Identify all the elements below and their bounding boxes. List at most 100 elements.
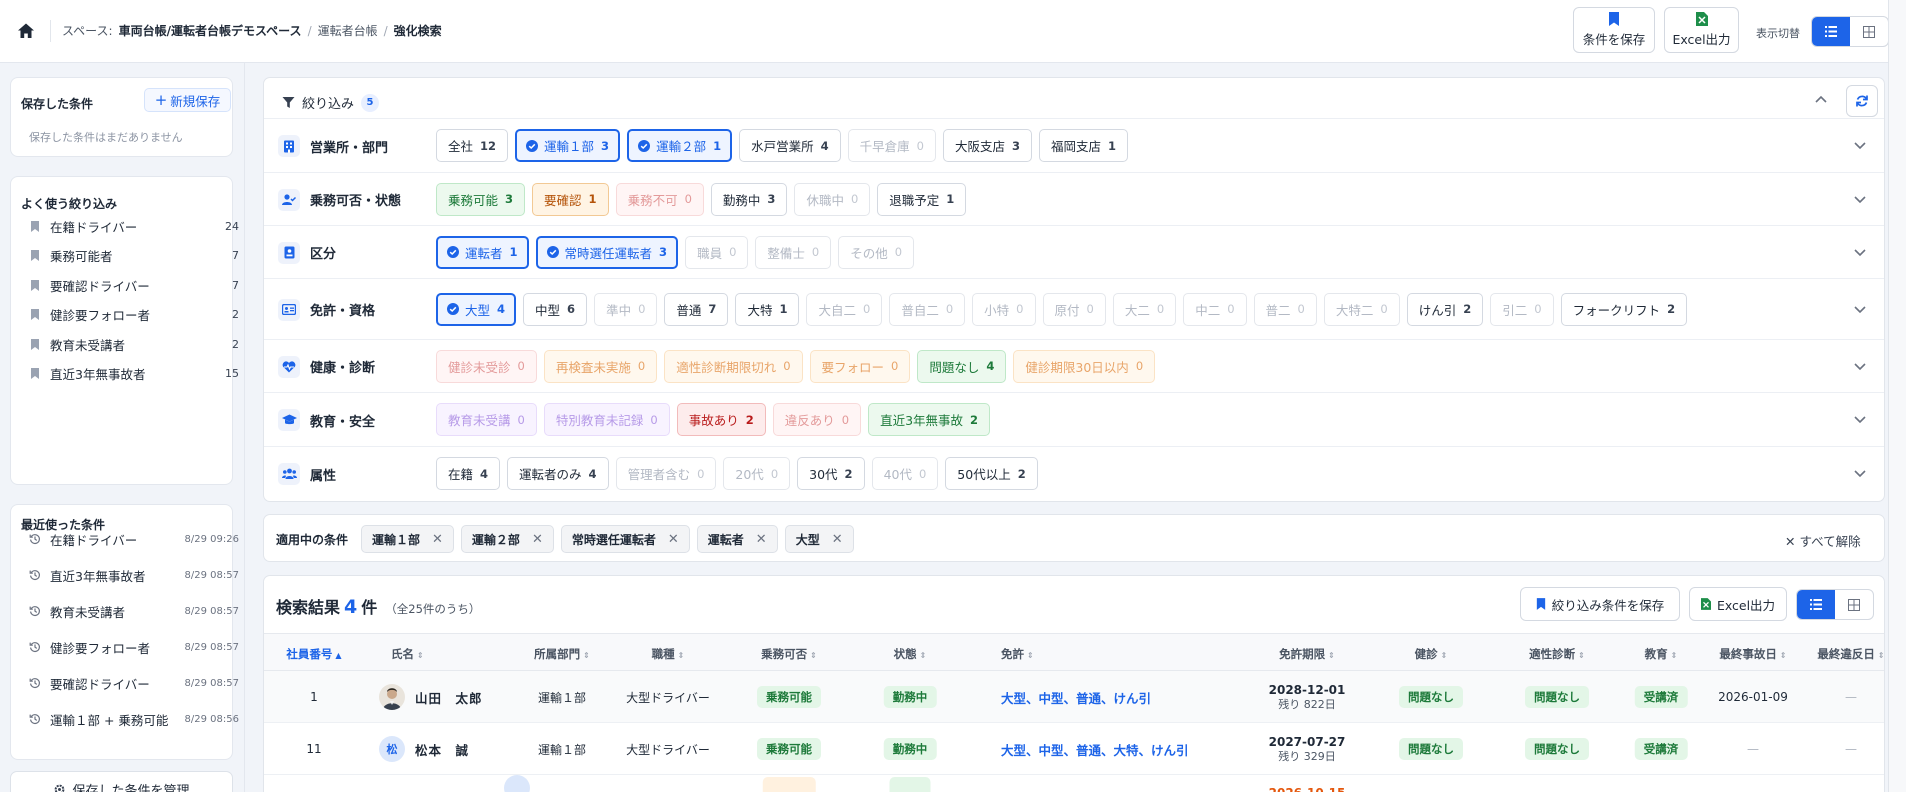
license-list[interactable]: 大型、中型、普通、けん引 [1001,688,1151,707]
employee-name-cell[interactable]: 山田 太郎 [379,684,483,710]
recent-condition-item[interactable]: 在籍ドライバー 8/29 09:26 [21,528,245,550]
filter-chip[interactable]: 大特 1 [735,292,800,326]
filter-chip[interactable]: 常時選任運転者 3 [535,235,679,269]
filter-chip[interactable]: 問題なし 4 [917,349,1007,383]
column-header[interactable]: 状態 ⇕ [894,646,927,662]
column-header[interactable]: 教育 ⇕ [1645,646,1678,662]
frequent-filter-item[interactable]: 在籍ドライバー 24 [21,215,245,237]
clear-all-button[interactable]: ✕ すべて解除 [1785,531,1861,550]
filter-chip[interactable]: 乗務可能 3 [436,182,526,216]
filter-chip[interactable]: 50代以上 2 [945,457,1038,490]
filter-chip[interactable]: 事故あり 2 [676,403,766,436]
employee-name-cell[interactable]: 松松本 誠 [379,736,469,762]
column-header[interactable]: 職種 ⇕ [652,646,685,662]
filter-chip[interactable]: 再検査未実施 0 [543,349,658,383]
close-icon[interactable]: ✕ [832,532,843,547]
column-header[interactable]: 氏名 ⇕ [391,646,424,662]
column-header[interactable]: 適性診断 ⇕ [1529,646,1585,662]
frequent-filter-item[interactable]: 直近3年無事故者 15 [21,363,245,385]
filter-chip[interactable]: 要確認 1 [532,182,609,216]
column-header[interactable]: 乗務可否 ⇕ [761,646,817,662]
filter-chip[interactable]: フォークリフト 2 [1560,292,1688,326]
filter-chip[interactable]: 運転者のみ 4 [507,457,609,490]
list-view-icon[interactable] [1797,590,1835,619]
filter-chip[interactable]: 運転者 1 [436,235,529,269]
chevron-down-icon[interactable] [1854,195,1866,204]
recent-condition-item[interactable]: 運輸１部 + 乗務可能 8/29 08:56 [21,708,245,730]
breadcrumb-section[interactable]: 運転者台帳 [318,22,378,39]
status-badge: 勤務中 [883,738,937,760]
filter-chip[interactable]: 乗務不可 0 [615,182,704,216]
frequent-filter-item[interactable]: 乗務可能者 7 [21,245,245,267]
page-scrollbar[interactable] [1888,0,1906,792]
filter-chip[interactable]: 違反あり 0 [772,403,862,436]
recent-condition-item[interactable]: 健診要フォロー者 8/29 08:57 [21,636,245,658]
manage-saved-conditions-button[interactable]: 保存した条件を管理 [10,771,233,792]
frequent-filter-label: 在籍ドライバー [50,219,138,235]
table-row[interactable]: 1 山田 太郎 運輸１部 大型ドライバー 乗務可能 勤務中 大型、中型、普通、けん引 2028… [264,671,1884,723]
close-icon[interactable]: ✕ [532,532,543,547]
collapse-icon[interactable] [1815,95,1827,103]
filter-chip[interactable]: 退職予定 1 [877,182,967,216]
filter-chip[interactable]: 大型 4 [436,292,517,326]
column-header[interactable]: 社員番号 ▲ [286,646,341,662]
filter-chip[interactable]: 在籍 4 [436,457,501,490]
filter-chip[interactable]: 教育未受講 0 [436,403,537,436]
close-icon[interactable]: ✕ [668,532,679,547]
breadcrumb-current: 強化検索 [393,24,442,38]
filter-chip[interactable]: 健診未受診 0 [436,349,537,383]
filter-chip[interactable]: 直近3年無事故 2 [868,403,991,436]
column-header[interactable]: 所属部門 ⇕ [534,646,590,662]
home-icon[interactable] [16,21,36,41]
filter-chip[interactable]: 大阪支店 3 [942,129,1032,162]
results-excel-button[interactable]: Excel出力 [1689,587,1787,621]
breadcrumb-space-name[interactable]: 車両台帳/運転者台帳デモスペース [119,22,302,39]
column-header[interactable]: 最終事故日 ⇕ [1719,646,1786,662]
chevron-down-icon[interactable] [1854,305,1866,314]
column-header[interactable]: 免許期限 ⇕ [1279,646,1335,662]
recent-condition-item[interactable]: 教育未受講者 8/29 08:57 [21,600,245,622]
chevron-down-icon[interactable] [1854,248,1866,257]
table-row[interactable]: ＿＿＿ ＿＿ 2026-10-15 [264,775,1884,792]
chevron-down-icon[interactable] [1854,470,1866,478]
new-save-button[interactable]: + 新規保存 [144,88,231,112]
save-filter-button[interactable]: 絞り込み条件を保存 [1520,587,1680,621]
column-header-label: 教育 [1644,647,1668,661]
chevron-down-icon[interactable] [1854,142,1866,150]
filter-chip[interactable]: 普通 7 [664,292,729,326]
filter-chip[interactable]: 運輸１部 3 [515,129,621,162]
column-header[interactable]: 健診 ⇕ [1415,646,1448,662]
filter-chip[interactable]: 要フォロー 0 [809,349,911,383]
filter-chip[interactable]: 30代 2 [797,457,865,490]
frequent-filter-item[interactable]: 教育未受講者 2 [21,333,245,355]
close-icon[interactable]: ✕ [756,532,767,547]
filter-chip[interactable]: 適性診断期限切れ 0 [664,349,803,383]
recent-condition-item[interactable]: 直近3年無事故者 8/29 08:57 [21,564,245,586]
frequent-filter-item[interactable]: 要確認ドライバー 7 [21,274,245,296]
excel-export-button[interactable]: Excel出力 [1664,7,1739,53]
recent-condition-item[interactable]: 要確認ドライバー 8/29 08:57 [21,672,245,694]
filter-chip[interactable]: 勤務中 3 [710,182,788,216]
save-conditions-button[interactable]: 条件を保存 [1573,7,1655,53]
filter-chip[interactable]: 福岡支店 1 [1039,129,1129,162]
filter-chip[interactable]: 水戸営業所 4 [739,129,841,162]
chevron-down-icon[interactable] [1854,416,1866,424]
filter-chip[interactable]: 特別教育未記録 0 [543,403,670,436]
close-icon[interactable]: ✕ [432,532,443,547]
column-header[interactable]: 免許 ⇕ [1001,646,1034,662]
grid-view-icon[interactable] [1850,17,1888,46]
filter-chip[interactable]: けん引 2 [1406,292,1484,326]
filter-chip[interactable]: 全社 12 [436,129,509,162]
filter-chip[interactable]: 運輸２部 1 [627,129,733,162]
column-header[interactable]: 最終違反日 ⇕ [1817,646,1884,662]
chevron-down-icon[interactable] [1854,362,1866,371]
grid-view-icon[interactable] [1835,590,1873,619]
list-view-icon[interactable] [1812,17,1850,46]
filter-chip-label: 普自二 [901,302,939,318]
license-list[interactable]: 大型、中型、普通、大特、けん引 [1001,740,1189,759]
filter-chip[interactable]: 中型 6 [523,292,588,326]
frequent-filter-item[interactable]: 健診要フォロー者 2 [21,304,245,326]
filter-chip[interactable]: 健診期限30日以内 0 [1013,349,1156,383]
refresh-button[interactable] [1846,85,1878,117]
check-circle-icon [546,246,559,258]
